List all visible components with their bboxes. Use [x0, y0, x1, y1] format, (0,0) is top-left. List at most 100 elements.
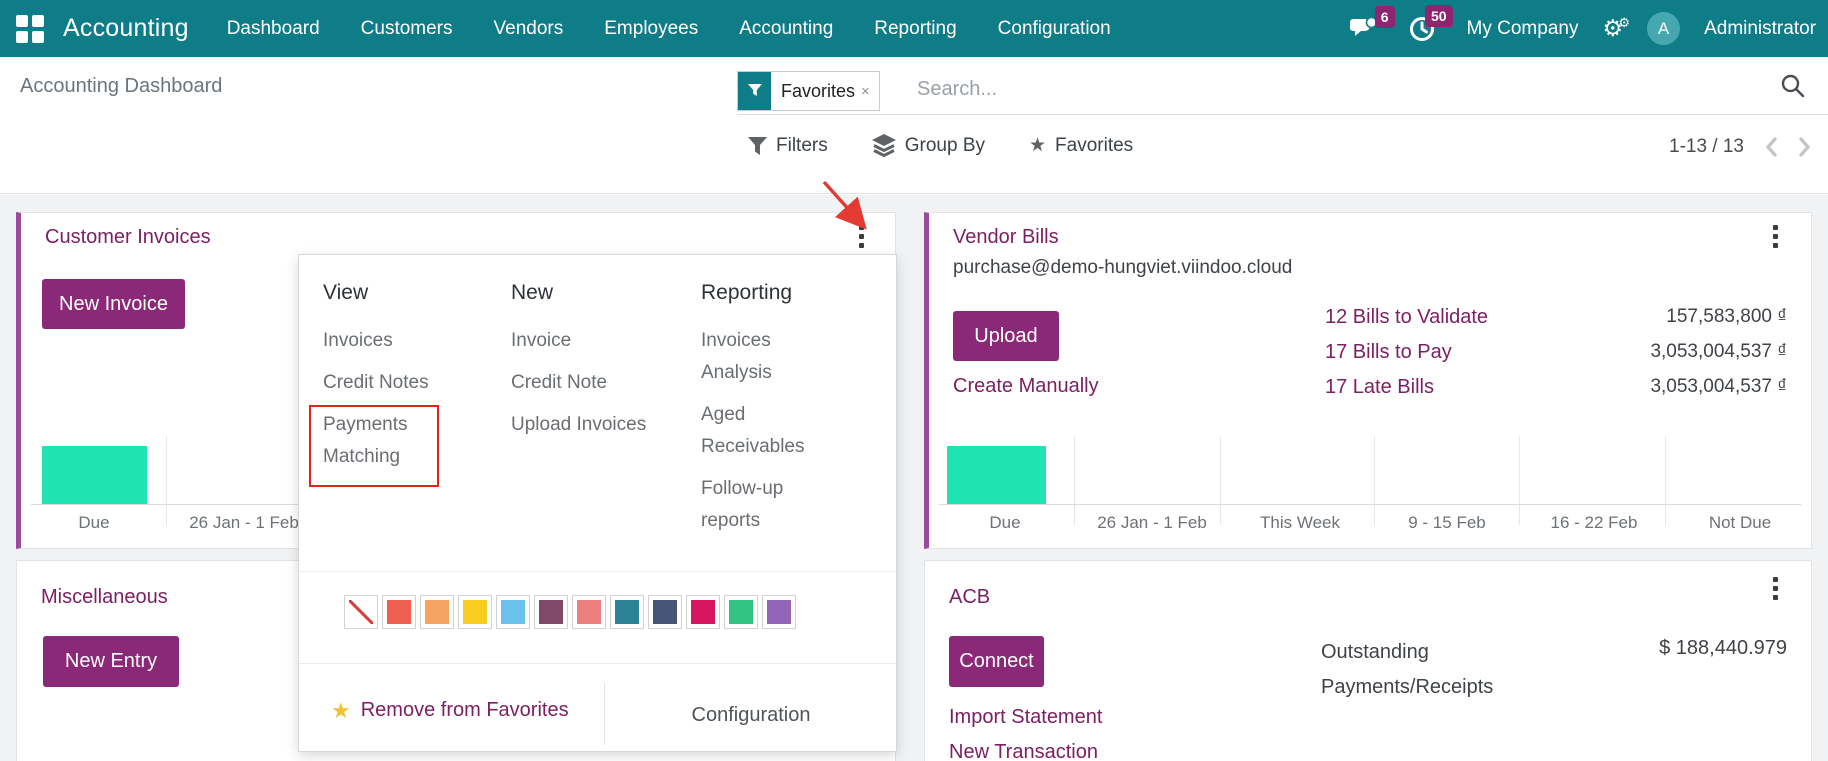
pager: 1-13 / 13: [1669, 136, 1812, 158]
color-swatch[interactable]: [572, 595, 606, 629]
top-navbar: Accounting Dashboard Customers Vendors E…: [0, 0, 1828, 57]
chart-gridline: [1665, 436, 1666, 525]
favorites-button[interactable]: ★ Favorites: [1029, 135, 1133, 157]
menu-item-payments-matching[interactable]: Payments Matching: [323, 409, 473, 473]
menu-item-follow-up-reports[interactable]: Follow-up reports: [701, 473, 841, 537]
color-swatch[interactable]: [496, 595, 530, 629]
color-swatch[interactable]: [762, 595, 796, 629]
stat-value: 3,053,004,537 ₫: [1650, 341, 1787, 363]
card-vendor-bills: Vendor Bills purchase@demo-hungviet.viin…: [924, 212, 1812, 549]
color-swatch[interactable]: [724, 595, 758, 629]
chart-label: Not Due: [1667, 513, 1813, 533]
dropdown-header: Reporting: [701, 281, 841, 305]
create-manually-link[interactable]: Create Manually: [953, 375, 1099, 398]
color-swatch[interactable]: [534, 595, 568, 629]
menu-reporting[interactable]: Reporting: [874, 18, 956, 40]
color-swatch[interactable]: [382, 595, 416, 629]
journal-title[interactable]: Vendor Bills: [953, 226, 1059, 249]
menu-configuration[interactable]: Configuration: [998, 18, 1111, 40]
menu-vendors[interactable]: Vendors: [494, 18, 564, 40]
color-palette: [344, 595, 796, 629]
messages-icon[interactable]: 6: [1350, 17, 1377, 41]
import-statement-link[interactable]: Import Statement: [949, 706, 1102, 729]
color-swatch[interactable]: [420, 595, 454, 629]
apps-grid-icon[interactable]: [16, 15, 44, 43]
chart-label: 16 - 22 Feb: [1521, 513, 1667, 533]
journal-title[interactable]: Miscellaneous: [41, 586, 168, 609]
breadcrumb-search-row: Accounting Dashboard Favorites ×: [0, 57, 1828, 118]
dropdown-divider: [299, 571, 896, 572]
kebab-menu-icon[interactable]: [1765, 223, 1785, 250]
connect-button[interactable]: Connect: [949, 636, 1044, 687]
dropdown-column-reporting: Reporting Invoices Analysis Aged Receiva…: [701, 281, 841, 547]
kebab-menu-icon[interactable]: [851, 223, 871, 250]
search-divider: [737, 114, 1828, 115]
upload-button[interactable]: Upload: [953, 311, 1059, 361]
main-menu: Dashboard Customers Vendors Employees Ac…: [227, 18, 1111, 40]
configuration-button[interactable]: Configuration: [604, 704, 898, 727]
menu-dashboard[interactable]: Dashboard: [227, 18, 320, 40]
avatar[interactable]: A: [1647, 12, 1680, 45]
chart-label: This Week: [1227, 513, 1373, 533]
journal-title[interactable]: ACB: [949, 586, 990, 609]
topbar-right: 6 50 My Company ⚙⚙ A Administrator: [1350, 12, 1816, 45]
new-entry-button[interactable]: New Entry: [43, 636, 179, 687]
search-input[interactable]: [915, 70, 1479, 108]
menu-item-credit-note[interactable]: Credit Note: [511, 367, 691, 399]
stat-row: 17 Bills to Pay 3,053,004,537 ₫: [1325, 338, 1787, 366]
activities-badge: 50: [1425, 5, 1453, 27]
chart-gridline: [1374, 436, 1375, 525]
chart-gridline: [1220, 436, 1221, 525]
chart-label: 26 Jan - 1 Feb: [1079, 513, 1225, 533]
late-bills-link[interactable]: 17 Late Bills: [1325, 376, 1434, 399]
favorite-star-icon: ★: [331, 700, 351, 722]
pager-range: 1-13 / 13: [1669, 136, 1744, 158]
journal-options-dropdown: View Invoices Credit Notes Payments Matc…: [298, 254, 897, 752]
color-swatch[interactable]: [648, 595, 682, 629]
search-icon[interactable]: [1780, 73, 1806, 104]
kebab-menu-icon[interactable]: [1765, 575, 1785, 602]
menu-accounting[interactable]: Accounting: [739, 18, 833, 40]
search-facet-favorites[interactable]: Favorites ×: [737, 71, 880, 111]
stat-row: 17 Late Bills 3,053,004,537 ₫: [1325, 373, 1787, 401]
menu-item-invoice[interactable]: Invoice: [511, 325, 691, 357]
app-name[interactable]: Accounting: [63, 14, 189, 43]
color-swatch[interactable]: [610, 595, 644, 629]
menu-customers[interactable]: Customers: [361, 18, 453, 40]
menu-item-credit-notes[interactable]: Credit Notes: [323, 367, 473, 399]
new-transaction-link[interactable]: New Transaction: [949, 741, 1098, 761]
chart-gridline: [1074, 436, 1075, 525]
menu-employees[interactable]: Employees: [604, 18, 698, 40]
facet-filter-icon: [738, 72, 771, 110]
chart-axis: [939, 504, 1801, 505]
bills-to-validate-link[interactable]: 12 Bills to Validate: [1325, 306, 1488, 329]
layers-icon: [872, 134, 896, 157]
menu-item-invoices-analysis[interactable]: Invoices Analysis: [701, 325, 841, 389]
user-menu[interactable]: Administrator: [1704, 18, 1816, 40]
color-swatch-none[interactable]: [344, 595, 378, 629]
dropdown-divider: [299, 663, 896, 664]
company-switcher[interactable]: My Company: [1467, 18, 1579, 40]
group-by-button[interactable]: Group By: [872, 134, 985, 157]
menu-item-aged-receivables[interactable]: Aged Receivables: [701, 399, 841, 463]
remove-from-favorites-button[interactable]: ★ Remove from Favorites: [331, 699, 569, 722]
pager-prev-icon[interactable]: [1764, 136, 1778, 158]
chart-label: Due: [21, 513, 167, 533]
color-swatch[interactable]: [686, 595, 720, 629]
bills-to-pay-link[interactable]: 17 Bills to Pay: [1325, 341, 1452, 364]
menu-item-invoices[interactable]: Invoices: [323, 325, 473, 357]
settings-gears-icon[interactable]: ⚙⚙: [1602, 17, 1623, 40]
outstanding-payments-label[interactable]: Outstanding Payments/Receipts: [1321, 635, 1493, 705]
journal-title[interactable]: Customer Invoices: [45, 226, 211, 249]
pager-next-icon[interactable]: [1798, 136, 1812, 158]
journal-email: purchase@demo-hungviet.viindoo.cloud: [953, 257, 1292, 279]
remove-facet-icon[interactable]: ×: [859, 83, 879, 100]
messages-badge: 6: [1375, 6, 1395, 28]
new-invoice-button[interactable]: New Invoice: [42, 279, 185, 329]
color-swatch[interactable]: [458, 595, 492, 629]
dropdown-column-view: View Invoices Credit Notes Payments Matc…: [323, 281, 473, 483]
activities-icon[interactable]: 50: [1409, 16, 1435, 42]
dropdown-header: View: [323, 281, 473, 305]
menu-item-upload-invoices[interactable]: Upload Invoices: [511, 409, 691, 441]
filters-button[interactable]: Filters: [748, 135, 828, 157]
